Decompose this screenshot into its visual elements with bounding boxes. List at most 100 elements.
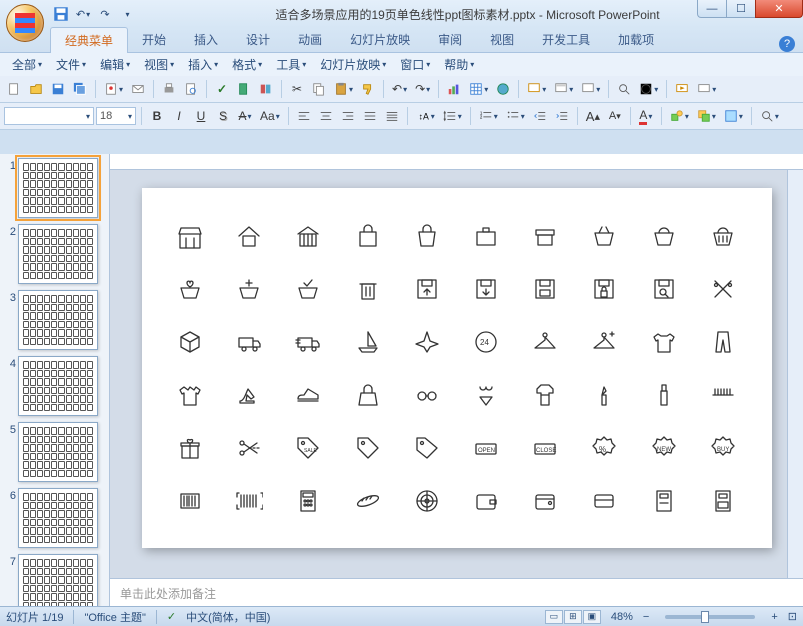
menu-tools[interactable]: 工具▾ (270, 54, 312, 75)
find-button[interactable]: ▾ (757, 106, 782, 126)
floppy-search-icon[interactable] (641, 269, 686, 308)
font-color-button[interactable]: A▾ (636, 106, 656, 126)
slideshow-view-button[interactable]: ▣ (583, 610, 601, 624)
bullets-button[interactable]: ▾ (503, 106, 528, 126)
thumbnail[interactable] (18, 554, 98, 606)
print-button[interactable] (159, 79, 179, 99)
menu-help[interactable]: 帮助▾ (438, 54, 480, 75)
tab-animation[interactable]: 动画 (284, 27, 336, 52)
sorter-view-button[interactable]: ⊞ (564, 610, 582, 624)
bag-round-icon[interactable] (404, 216, 449, 255)
cut-coupon-icon[interactable] (227, 428, 272, 467)
floppy-alt-icon[interactable] (523, 269, 568, 308)
basket-full-icon[interactable] (700, 216, 745, 255)
airplane-icon[interactable] (404, 322, 449, 361)
insert-table-button[interactable]: ▾ (466, 79, 491, 99)
truck-icon[interactable] (286, 322, 331, 361)
align-center-button[interactable] (316, 106, 336, 126)
basket-empty-icon[interactable] (582, 216, 627, 255)
24h-icon[interactable]: 24 (464, 322, 509, 361)
tag-icon[interactable] (345, 428, 390, 467)
slideshow-from-beginning-button[interactable] (672, 79, 692, 99)
spellcheck-icon[interactable]: ✓ (167, 610, 176, 623)
thumbnail[interactable] (18, 290, 98, 350)
thumbnail[interactable] (18, 158, 98, 218)
spelling-button[interactable]: ✓ (212, 79, 232, 99)
close-sign-icon[interactable]: CLOSE (523, 428, 568, 467)
hanger-icon[interactable] (523, 322, 568, 361)
floppy-lock-icon[interactable] (582, 269, 627, 308)
barcode-icon[interactable] (168, 481, 213, 520)
menu-window[interactable]: 窗口▾ (394, 54, 436, 75)
menu-insert[interactable]: 插入▾ (182, 54, 224, 75)
font-size-combo[interactable]: 18▾ (96, 107, 136, 125)
shadow-button[interactable]: S (213, 106, 233, 126)
tab-insert[interactable]: 插入 (180, 27, 232, 52)
print-preview-button[interactable] (181, 79, 201, 99)
glasses-icon[interactable] (404, 375, 449, 414)
new-badge-icon[interactable]: NEW (641, 428, 686, 467)
archive-icon[interactable] (523, 216, 568, 255)
radar-icon[interactable] (404, 481, 449, 520)
menu-format[interactable]: 格式▾ (226, 54, 268, 75)
tab-home[interactable]: 开始 (128, 27, 180, 52)
underline-button[interactable]: U (191, 106, 211, 126)
help-icon[interactable]: ? (779, 36, 795, 52)
comb-icon[interactable] (700, 375, 745, 414)
line-spacing-button[interactable]: ▾ (440, 106, 465, 126)
numbering-button[interactable]: 12▾ (476, 106, 501, 126)
van-icon[interactable] (227, 322, 272, 361)
calculator-icon[interactable] (286, 481, 331, 520)
scissors-x-icon[interactable] (700, 269, 745, 308)
minimize-button[interactable]: — (697, 0, 727, 18)
store-icon[interactable] (168, 216, 213, 255)
language-indicator[interactable]: 中文(简体，中国) (186, 609, 270, 625)
bold-button[interactable]: B (147, 106, 167, 126)
increase-font-button[interactable]: A▴ (583, 106, 603, 126)
menu-all[interactable]: 全部▾ (6, 54, 48, 75)
arrange-button[interactable]: ▾ (694, 106, 719, 126)
fit-to-window-button[interactable]: ⊡ (788, 610, 797, 623)
align-right-button[interactable] (338, 106, 358, 126)
increase-indent-button[interactable] (552, 106, 572, 126)
card-icon[interactable] (582, 481, 627, 520)
thumbnail[interactable] (18, 224, 98, 284)
basket-heart-icon[interactable] (168, 269, 213, 308)
zoom-button[interactable] (614, 79, 634, 99)
floppy-down-icon[interactable] (464, 269, 509, 308)
bag-square-icon[interactable] (345, 216, 390, 255)
sneaker-icon[interactable] (286, 375, 331, 414)
bank-icon[interactable] (286, 216, 331, 255)
slide-canvas[interactable]: 24SALEOPENCLOSE%NEWBUY (142, 188, 772, 548)
distribute-button[interactable] (382, 106, 402, 126)
buy-badge-icon[interactable]: BUY (700, 428, 745, 467)
save-all-button[interactable] (70, 79, 90, 99)
zoom-out-button[interactable]: − (643, 611, 649, 623)
thumbnail[interactable] (18, 488, 98, 548)
tshirt-icon[interactable] (641, 322, 686, 361)
qat-save[interactable] (52, 5, 70, 23)
thumbnail-row[interactable]: 7 (4, 554, 105, 606)
thumbnail-row[interactable]: 2 (4, 224, 105, 284)
notes-pane[interactable]: 单击此处添加备注 (110, 578, 803, 606)
trash-icon[interactable] (345, 269, 390, 308)
pants-icon[interactable] (700, 322, 745, 361)
slide-thumbnail-panel[interactable]: 12345678 (0, 154, 110, 606)
tag-sale-icon[interactable]: SALE (286, 428, 331, 467)
slideshow-from-current-button[interactable]: ▾ (694, 79, 719, 99)
format-painter-button[interactable] (358, 79, 378, 99)
thumbnail-row[interactable]: 4 (4, 356, 105, 416)
thumbnail-row[interactable]: 6 (4, 488, 105, 548)
menu-edit[interactable]: 编辑▾ (94, 54, 136, 75)
menu-file[interactable]: 文件▾ (50, 54, 92, 75)
thumbnail[interactable] (18, 422, 98, 482)
text-direction-button[interactable]: ↕A▾ (413, 106, 438, 126)
italic-button[interactable]: I (169, 106, 189, 126)
tab-design[interactable]: 设计 (232, 27, 284, 52)
thumbnail-row[interactable]: 5 (4, 422, 105, 482)
slide-editor[interactable]: 24SALEOPENCLOSE%NEWBUY (110, 170, 803, 578)
shapes-button[interactable]: ▾ (667, 106, 692, 126)
floppy-up-icon[interactable] (404, 269, 449, 308)
new-slide-button[interactable]: ▾ (524, 79, 549, 99)
insert-chart-button[interactable] (444, 79, 464, 99)
